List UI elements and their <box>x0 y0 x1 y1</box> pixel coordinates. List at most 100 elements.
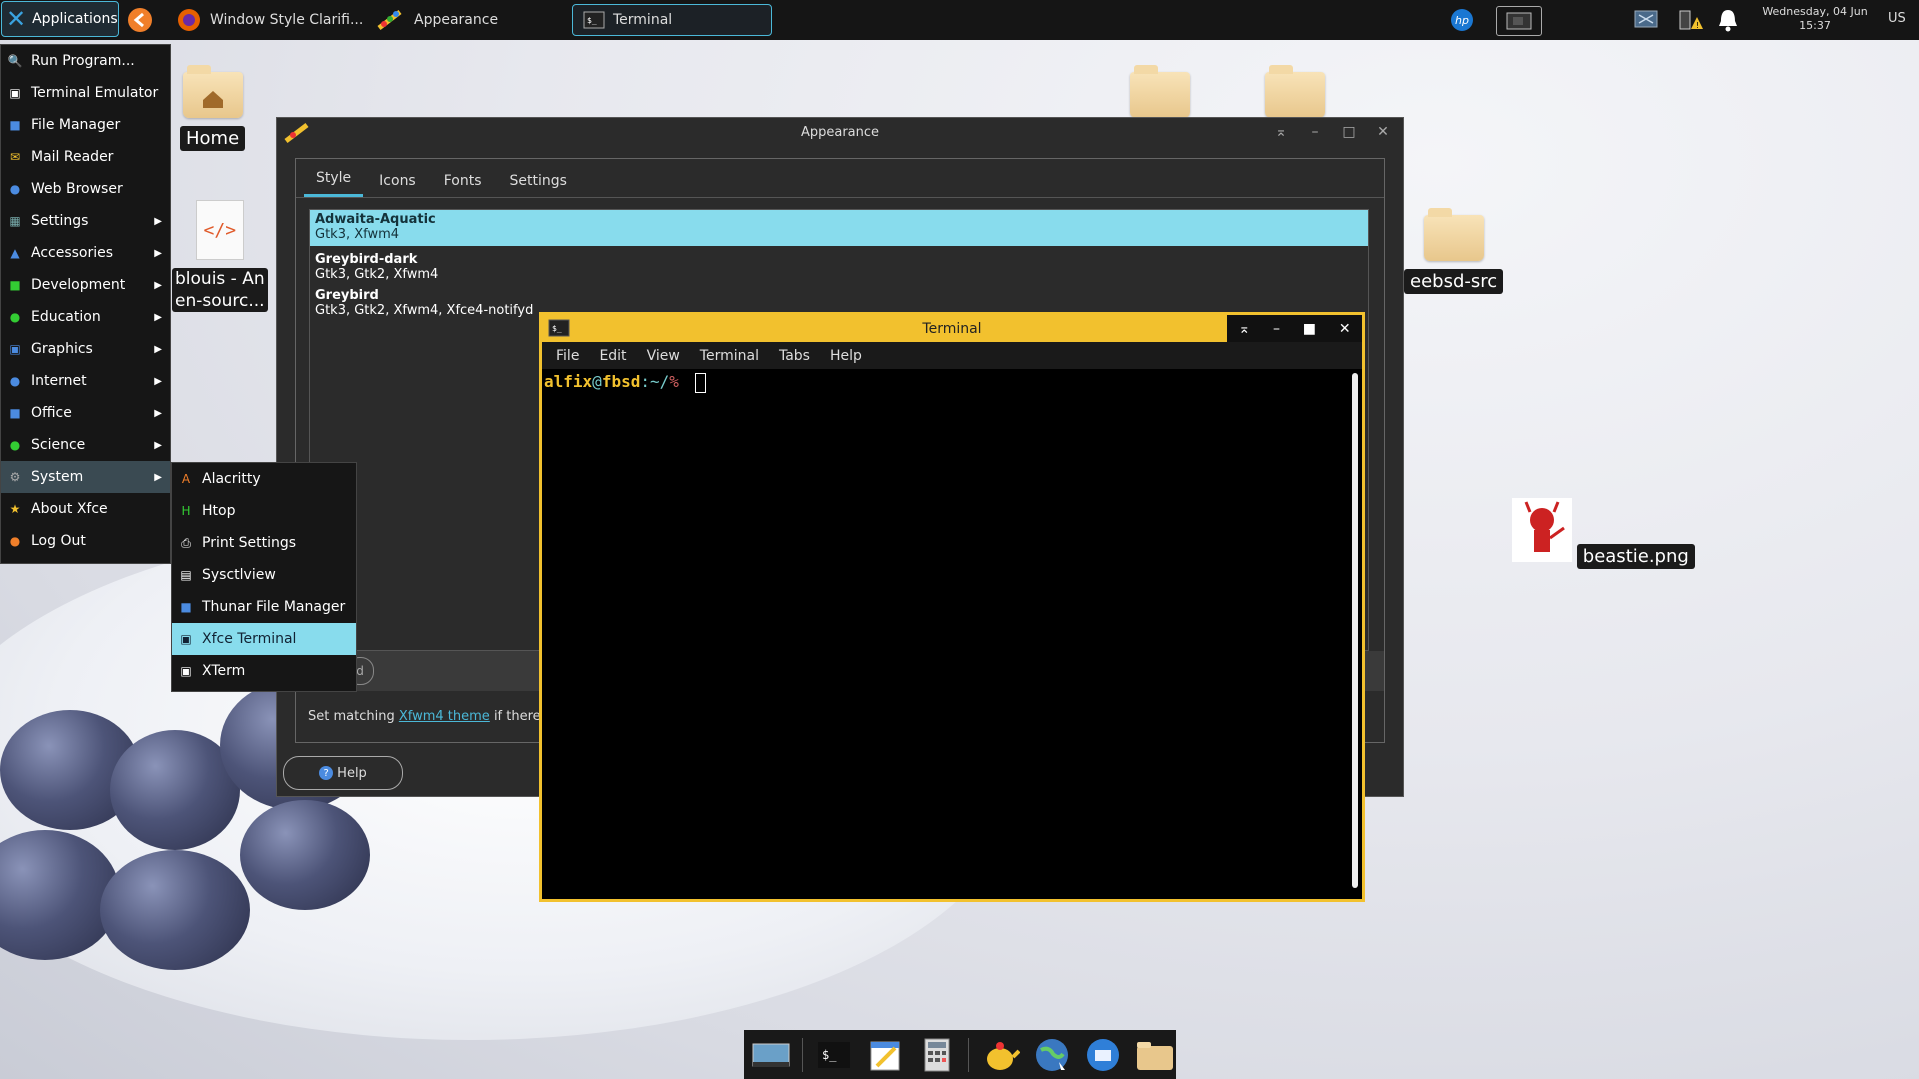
menu-item-htop[interactable]: H Htop <box>172 495 356 527</box>
theme-item[interactable]: Adwaita-Aquatic Gtk3, Xfwm4 <box>310 210 1368 246</box>
education-icon: ● <box>9 310 21 324</box>
menu-item-graphics[interactable]: ▣ Graphics ▶ <box>1 333 170 365</box>
menu-tabs[interactable]: Tabs <box>771 348 818 364</box>
teapot-icon <box>986 1041 1020 1070</box>
menu-item-xfce-terminal[interactable]: ▣ Xfce Terminal <box>172 623 356 655</box>
terminal-window: $_ Terminal ⌅ – ■ ✕ File Edit View Termi… <box>539 312 1365 902</box>
top-panel: ✕ Applications Window Style Clarifi... A… <box>0 0 1919 40</box>
menu-item-settings[interactable]: ▦ Settings ▶ <box>1 205 170 237</box>
hp-printer-icon[interactable]: hp <box>1448 6 1476 34</box>
menu-file[interactable]: File <box>548 348 587 364</box>
appearance-icon <box>377 10 402 30</box>
firefox-icon <box>178 9 200 31</box>
menu-item-file-manager[interactable]: ■ File Manager <box>1 109 170 141</box>
sysctlview-icon: ▤ <box>180 568 192 582</box>
submenu-arrow-icon: ▶ <box>154 311 162 323</box>
text-editor-icon <box>870 1041 900 1070</box>
dock-text-editor[interactable] <box>864 1034 906 1076</box>
workspace-icon <box>1506 12 1532 30</box>
folder-icon <box>1130 65 1190 118</box>
menu-help[interactable]: Help <box>822 348 870 364</box>
submenu-arrow-icon: ▶ <box>154 407 162 419</box>
terminal-scrollbar[interactable] <box>1352 373 1358 888</box>
roll-up-button[interactable]: ⌅ <box>1238 321 1250 337</box>
close-button[interactable]: ✕ <box>1369 121 1397 143</box>
workspace-switcher[interactable] <box>1496 6 1542 36</box>
svg-text:$_: $_ <box>587 16 597 25</box>
battery-warning-icon[interactable]: ! <box>1676 6 1704 34</box>
theme-item[interactable]: Greybird-dark Gtk3, Gtk2, Xfwm4 <box>310 250 1368 286</box>
menu-item-print-settings[interactable]: ⎙ Print Settings <box>172 527 356 559</box>
dock-mail[interactable] <box>1082 1034 1124 1076</box>
roll-up-button[interactable]: ⌅ <box>1267 121 1295 143</box>
minimize-button[interactable]: – <box>1301 121 1329 143</box>
menu-item-web-browser[interactable]: ● Web Browser <box>1 173 170 205</box>
dock-package-manager[interactable] <box>979 1034 1021 1076</box>
menu-item-mail-reader[interactable]: ✉ Mail Reader <box>1 141 170 173</box>
menu-edit[interactable]: Edit <box>591 348 634 364</box>
dock-show-desktop[interactable] <box>750 1034 792 1076</box>
display-icon[interactable] <box>1632 6 1660 34</box>
file-manager-icon: ■ <box>9 118 21 132</box>
menu-item-internet[interactable]: ● Internet ▶ <box>1 365 170 397</box>
dock-terminal[interactable]: $_ <box>813 1034 855 1076</box>
calculator-icon <box>924 1038 950 1071</box>
applications-button[interactable]: ✕ Applications <box>1 1 119 37</box>
keyboard-layout[interactable]: US <box>1888 11 1906 26</box>
thunderbird-icon <box>1087 1038 1120 1071</box>
menu-item-about-xfce[interactable]: ★ About Xfce <box>1 493 170 525</box>
tab-settings[interactable]: Settings <box>498 173 579 197</box>
desktop-folder-1[interactable] <box>1130 65 1190 118</box>
folder-icon <box>1423 208 1484 261</box>
menu-item-development[interactable]: ■ Development ▶ <box>1 269 170 301</box>
menu-item-xterm[interactable]: ▣ XTerm <box>172 655 356 687</box>
maximize-button[interactable]: □ <box>1335 121 1363 143</box>
star-icon: ★ <box>9 502 21 516</box>
menu-item-sysctlview[interactable]: ▤ Sysctlview <box>172 559 356 591</box>
tab-icons[interactable]: Icons <box>367 173 428 197</box>
menu-item-alacritty[interactable]: A Alacritty <box>172 463 356 495</box>
dock-web-browser[interactable] <box>1031 1034 1073 1076</box>
submenu-arrow-icon: ▶ <box>154 279 162 291</box>
xfce-logo-icon: ✕ <box>6 5 27 33</box>
graphics-icon: ▣ <box>9 342 21 356</box>
maximize-button[interactable]: ■ <box>1303 321 1316 337</box>
clock[interactable]: Wednesday, 04 Jun 15:37 <box>1755 5 1875 33</box>
submenu-arrow-icon: ▶ <box>154 471 162 483</box>
desktop-beastie[interactable]: beastie.png <box>1512 498 1695 569</box>
task-window-style[interactable]: Window Style Clarifi... <box>176 4 363 36</box>
dock-file-manager[interactable] <box>1134 1034 1176 1076</box>
desktop-blouis[interactable]: </> blouis - An en-sourc... <box>172 200 268 312</box>
menu-item-run-program[interactable]: 🔍 Run Program... <box>1 45 170 77</box>
menu-item-system[interactable]: ⚙ System ▶ <box>1 461 170 493</box>
menu-item-terminal-emulator[interactable]: ▣ Terminal Emulator <box>1 77 170 109</box>
terminal-output[interactable]: alfix@fbsd:~/% <box>542 369 1362 899</box>
menu-item-thunar[interactable]: ■ Thunar File Manager <box>172 591 356 623</box>
desktop-freebsd-src[interactable]: eebsd-src <box>1404 208 1504 294</box>
menu-view[interactable]: View <box>639 348 688 364</box>
desktop-home[interactable]: Home <box>180 65 246 151</box>
svg-text:!: ! <box>1696 21 1699 30</box>
close-button[interactable]: ✕ <box>1339 321 1351 337</box>
menu-item-education[interactable]: ● Education ▶ <box>1 301 170 333</box>
back-arrow-icon[interactable] <box>126 6 154 34</box>
menu-item-science[interactable]: ● Science ▶ <box>1 429 170 461</box>
menu-item-accessories[interactable]: ▲ Accessories ▶ <box>1 237 170 269</box>
task-appearance[interactable]: Appearance <box>376 4 498 36</box>
menu-item-log-out[interactable]: ● Log Out <box>1 525 170 557</box>
notification-bell-icon[interactable] <box>1714 6 1742 34</box>
minimize-button[interactable]: – <box>1273 321 1280 337</box>
desktop-folder-2[interactable] <box>1265 65 1325 118</box>
terminal-icon: ▣ <box>180 632 192 646</box>
globe-icon <box>1035 1038 1068 1071</box>
dock-calculator[interactable] <box>916 1034 958 1076</box>
xfwm4-theme-link[interactable]: Xfwm4 theme <box>399 709 490 724</box>
tab-style[interactable]: Style <box>304 170 364 197</box>
tab-fonts[interactable]: Fonts <box>432 173 494 197</box>
menu-terminal[interactable]: Terminal <box>692 348 767 364</box>
help-button[interactable]: ? Help <box>283 756 403 790</box>
task-terminal[interactable]: $_ Terminal <box>572 4 772 36</box>
terminal-titlebar: $_ Terminal ⌅ – ■ ✕ <box>542 315 1362 342</box>
menu-item-office[interactable]: ■ Office ▶ <box>1 397 170 429</box>
submenu-arrow-icon: ▶ <box>154 343 162 355</box>
